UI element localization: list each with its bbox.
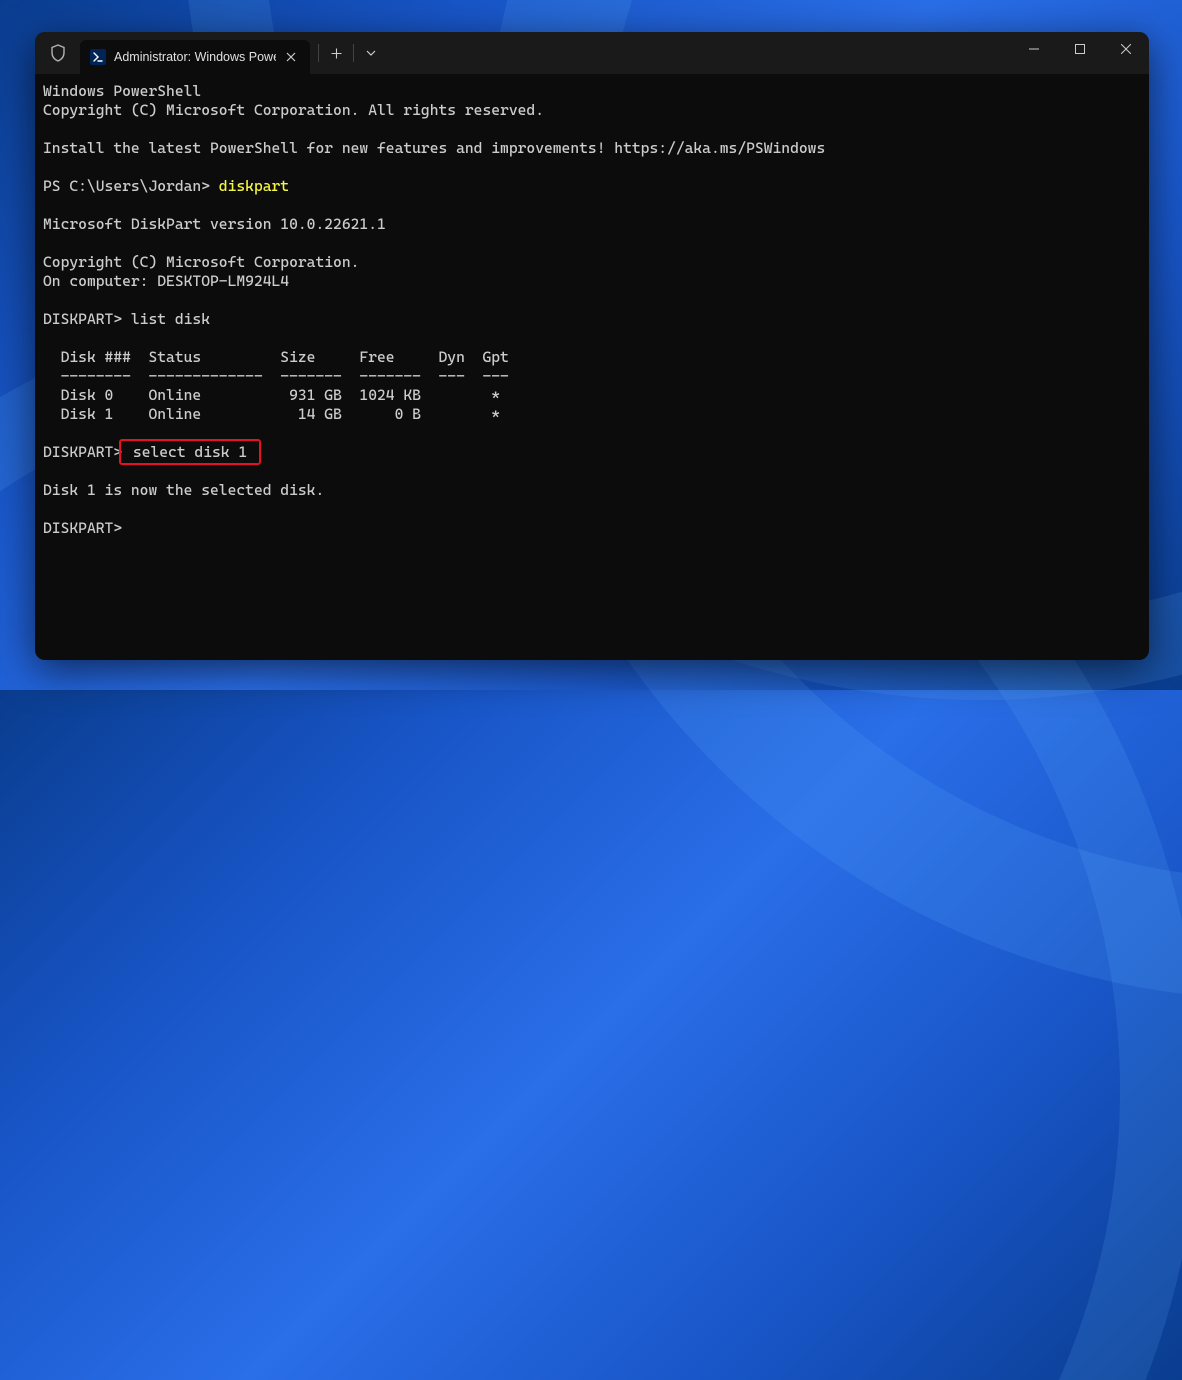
prompt: DISKPART> list disk (43, 310, 210, 328)
highlighted-command: select disk 1 (119, 439, 261, 465)
maximize-button[interactable] (1057, 32, 1103, 66)
terminal-window: Administrator: Windows Powe (35, 32, 1149, 660)
tab-title: Administrator: Windows Powe (114, 50, 276, 64)
close-button[interactable] (1103, 32, 1149, 66)
shield-icon (50, 44, 66, 62)
output-line: Windows PowerShell (43, 82, 201, 100)
output-line: Microsoft DiskPart version 10.0.22621.1 (43, 215, 386, 233)
titlebar[interactable]: Administrator: Windows Powe (35, 32, 1149, 74)
tab-powershell[interactable]: Administrator: Windows Powe (80, 40, 310, 74)
powershell-icon (90, 49, 106, 65)
table-row: Disk 1 Online 14 GB 0 B * (43, 405, 500, 423)
prompt: DISKPART> (43, 519, 122, 537)
output-line: Disk 1 is now the selected disk. (43, 481, 324, 499)
table-header: Disk ### Status Size Free Dyn Gpt (43, 348, 509, 366)
prompt: PS C:\Users\Jordan> (43, 177, 219, 195)
command-text: diskpart (219, 177, 289, 195)
prompt: DISKPART> (43, 443, 122, 461)
output-line: Copyright (C) Microsoft Corporation. (43, 253, 359, 271)
tab-close-button[interactable] (282, 48, 300, 66)
table-rule: -------- ------------- ------- ------- -… (43, 367, 509, 385)
minimize-button[interactable] (1011, 32, 1057, 66)
tab-dropdown-button[interactable] (354, 37, 388, 69)
terminal-output[interactable]: Windows PowerShell Copyright (C) Microso… (35, 74, 1149, 660)
output-line: Install the latest PowerShell for new fe… (43, 139, 825, 157)
table-row: Disk 0 Online 931 GB 1024 KB * (43, 386, 500, 404)
new-tab-button[interactable] (319, 37, 353, 69)
output-line: Copyright (C) Microsoft Corporation. All… (43, 101, 544, 119)
output-line: On computer: DESKTOP-LM924L4 (43, 272, 289, 290)
